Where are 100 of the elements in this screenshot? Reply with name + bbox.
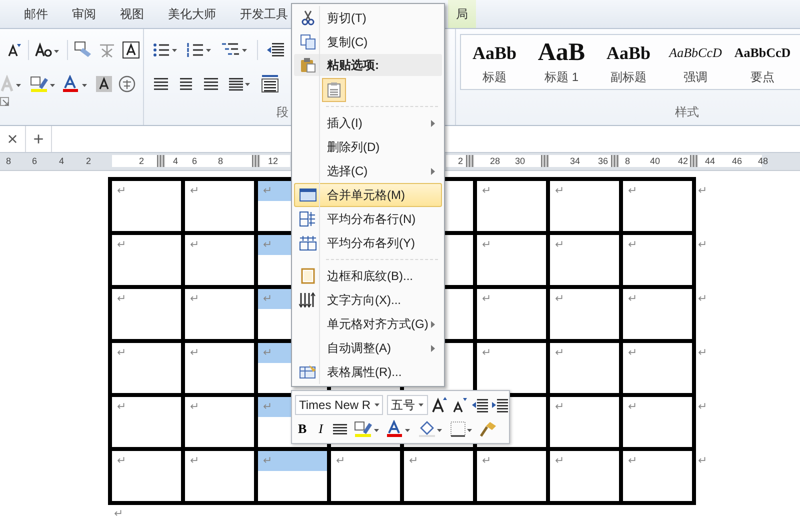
paragraph-mark: ↵ xyxy=(482,454,492,468)
menu-item[interactable]: 合并单元格(M) xyxy=(294,183,442,207)
paragraph-mark: ↵ xyxy=(628,400,638,414)
multilevel-list-icon[interactable] xyxy=(220,42,249,58)
ruler-number: 2 xyxy=(458,155,464,167)
menu-item[interactable]: 插入(I) xyxy=(294,111,442,135)
dropdown-icon[interactable] xyxy=(418,403,424,407)
menu-item[interactable]: 删除列(D) xyxy=(294,135,442,159)
shrink-font-icon[interactable] xyxy=(452,397,468,413)
style-option[interactable]: AaBbCcD 强调 xyxy=(662,35,729,89)
paragraph-mark: ↵ xyxy=(482,292,492,306)
ruler-number: 44 xyxy=(705,155,716,167)
paragraph-mark: ↵ xyxy=(114,507,124,520)
menu-header: 粘贴选项: xyxy=(327,56,380,74)
highlight-icon[interactable] xyxy=(30,75,56,93)
menu-item[interactable]: 边框和底纹(B)... xyxy=(294,264,442,288)
style-option[interactable]: AaBb 副标题 xyxy=(595,35,662,89)
ruler-number: 8 xyxy=(6,155,12,167)
ruler-marker[interactable] xyxy=(157,155,165,167)
menu-item[interactable]: 单元格对齐方式(G) xyxy=(294,312,442,336)
paragraph-mark: ↵ xyxy=(190,454,200,468)
font-color-icon[interactable] xyxy=(62,75,90,93)
increase-indent-icon[interactable] xyxy=(492,397,508,413)
ruler-marker[interactable] xyxy=(252,155,260,167)
ruler-marker[interactable] xyxy=(541,155,549,167)
highlight-icon[interactable] xyxy=(354,420,380,438)
paragraph-mark: ↵ xyxy=(117,238,126,252)
character-shading-icon[interactable] xyxy=(96,75,112,93)
dropdown-icon[interactable] xyxy=(374,403,380,407)
menu-item[interactable]: 自动调整(A) xyxy=(294,336,442,360)
bold-button[interactable]: B xyxy=(295,419,310,439)
paste-icon[interactable] xyxy=(327,82,341,98)
ribbon-tab[interactable]: 邮件 xyxy=(24,0,48,28)
paragraph-mark: ↵ xyxy=(628,238,638,252)
paragraph-mark: ↵ xyxy=(628,292,638,306)
font-color-icon[interactable] xyxy=(386,420,412,438)
grow-font-icon[interactable] xyxy=(432,397,448,413)
paragraph-mark: ↵ xyxy=(555,454,564,468)
menu-item[interactable]: 平均分布各列(Y) xyxy=(294,231,442,255)
ribbon-tab[interactable]: 审阅 xyxy=(72,0,96,28)
ruler-marker[interactable] xyxy=(690,155,698,167)
change-case-icon[interactable] xyxy=(35,42,61,58)
align-right-icon[interactable] xyxy=(202,76,219,92)
align-left-icon[interactable] xyxy=(152,76,169,92)
decrease-indent-icon[interactable] xyxy=(266,42,286,58)
borders-icon[interactable] xyxy=(450,420,474,438)
distribute-columns-icon[interactable] xyxy=(299,235,317,251)
paragraph-mark: ↵ xyxy=(190,346,200,360)
style-option[interactable]: AaBbCcD 要点 xyxy=(729,35,796,89)
character-border-icon[interactable] xyxy=(122,41,140,59)
paragraph-mark: ↵ xyxy=(117,346,126,360)
page-border-icon[interactable] xyxy=(300,268,316,284)
copy-icon[interactable] xyxy=(300,34,316,50)
group-label: 样式 xyxy=(675,104,699,121)
ruler-marker[interactable] xyxy=(466,155,474,167)
menu-item[interactable]: 复制(C) xyxy=(294,30,442,54)
ruler-number: 4 xyxy=(59,155,64,167)
ruler-number: 6 xyxy=(192,155,198,167)
paragraph-mark: ↵ xyxy=(263,238,272,252)
format-painter-icon[interactable] xyxy=(480,420,498,438)
table-properties-icon[interactable] xyxy=(299,364,317,380)
menu-item[interactable]: 平均分布各行(N) xyxy=(294,207,442,231)
align-center-icon[interactable] xyxy=(178,76,194,92)
shrink-font-icon[interactable] xyxy=(6,42,22,58)
font-field[interactable]: Times New R xyxy=(295,395,383,415)
text-direction-icon[interactable] xyxy=(299,292,317,308)
italic-button[interactable]: I xyxy=(316,419,326,439)
distributed-icon[interactable] xyxy=(260,75,279,93)
dialog-launcher-icon[interactable] xyxy=(0,97,9,106)
ruler-marker[interactable] xyxy=(611,155,619,167)
paragraph-mark: ↵ xyxy=(698,346,708,359)
ribbon-tab[interactable]: 视图 xyxy=(120,0,144,28)
ribbon-tab[interactable]: 局 xyxy=(448,0,476,28)
ribbon-tab[interactable]: 美化大师 xyxy=(168,0,216,28)
align-center-icon[interactable] xyxy=(332,421,348,437)
font-size-field[interactable]: 五号 xyxy=(387,395,428,415)
paragraph-mark: ↵ xyxy=(190,184,200,198)
scissors-icon[interactable] xyxy=(300,10,316,26)
enclosed-character-icon[interactable] xyxy=(118,75,136,93)
ruler-number: 12 xyxy=(268,155,278,167)
menu-item[interactable]: 文字方向(X)... xyxy=(294,288,442,312)
paragraph-mark: ↵ xyxy=(263,400,272,414)
paragraph-mark: ↵ xyxy=(698,184,708,197)
menu-item[interactable]: 剪切(T) xyxy=(294,6,442,30)
paste-option-button[interactable] xyxy=(322,78,346,102)
justify-icon[interactable] xyxy=(228,76,252,92)
menu-item[interactable]: 选择(C) xyxy=(294,159,442,183)
style-option[interactable]: AaB 标题 1 xyxy=(528,35,595,89)
ruler-number: 40 xyxy=(650,155,660,167)
clipboard-icon[interactable] xyxy=(300,57,316,73)
decrease-indent-icon[interactable] xyxy=(472,397,488,413)
merge-cells-icon[interactable] xyxy=(299,187,317,203)
distribute-rows-icon[interactable] xyxy=(299,211,317,227)
menu-item[interactable]: 表格属性(R)... xyxy=(294,360,442,384)
paragraph-mark: ↵ xyxy=(336,454,346,468)
style-option[interactable]: AaBb 标题 xyxy=(461,35,528,89)
ribbon-tab[interactable]: 开发工具 xyxy=(240,0,288,28)
numbering-icon[interactable] xyxy=(186,42,213,58)
paragraph-mark: ↵ xyxy=(409,454,418,468)
bullets-icon[interactable] xyxy=(152,42,179,58)
